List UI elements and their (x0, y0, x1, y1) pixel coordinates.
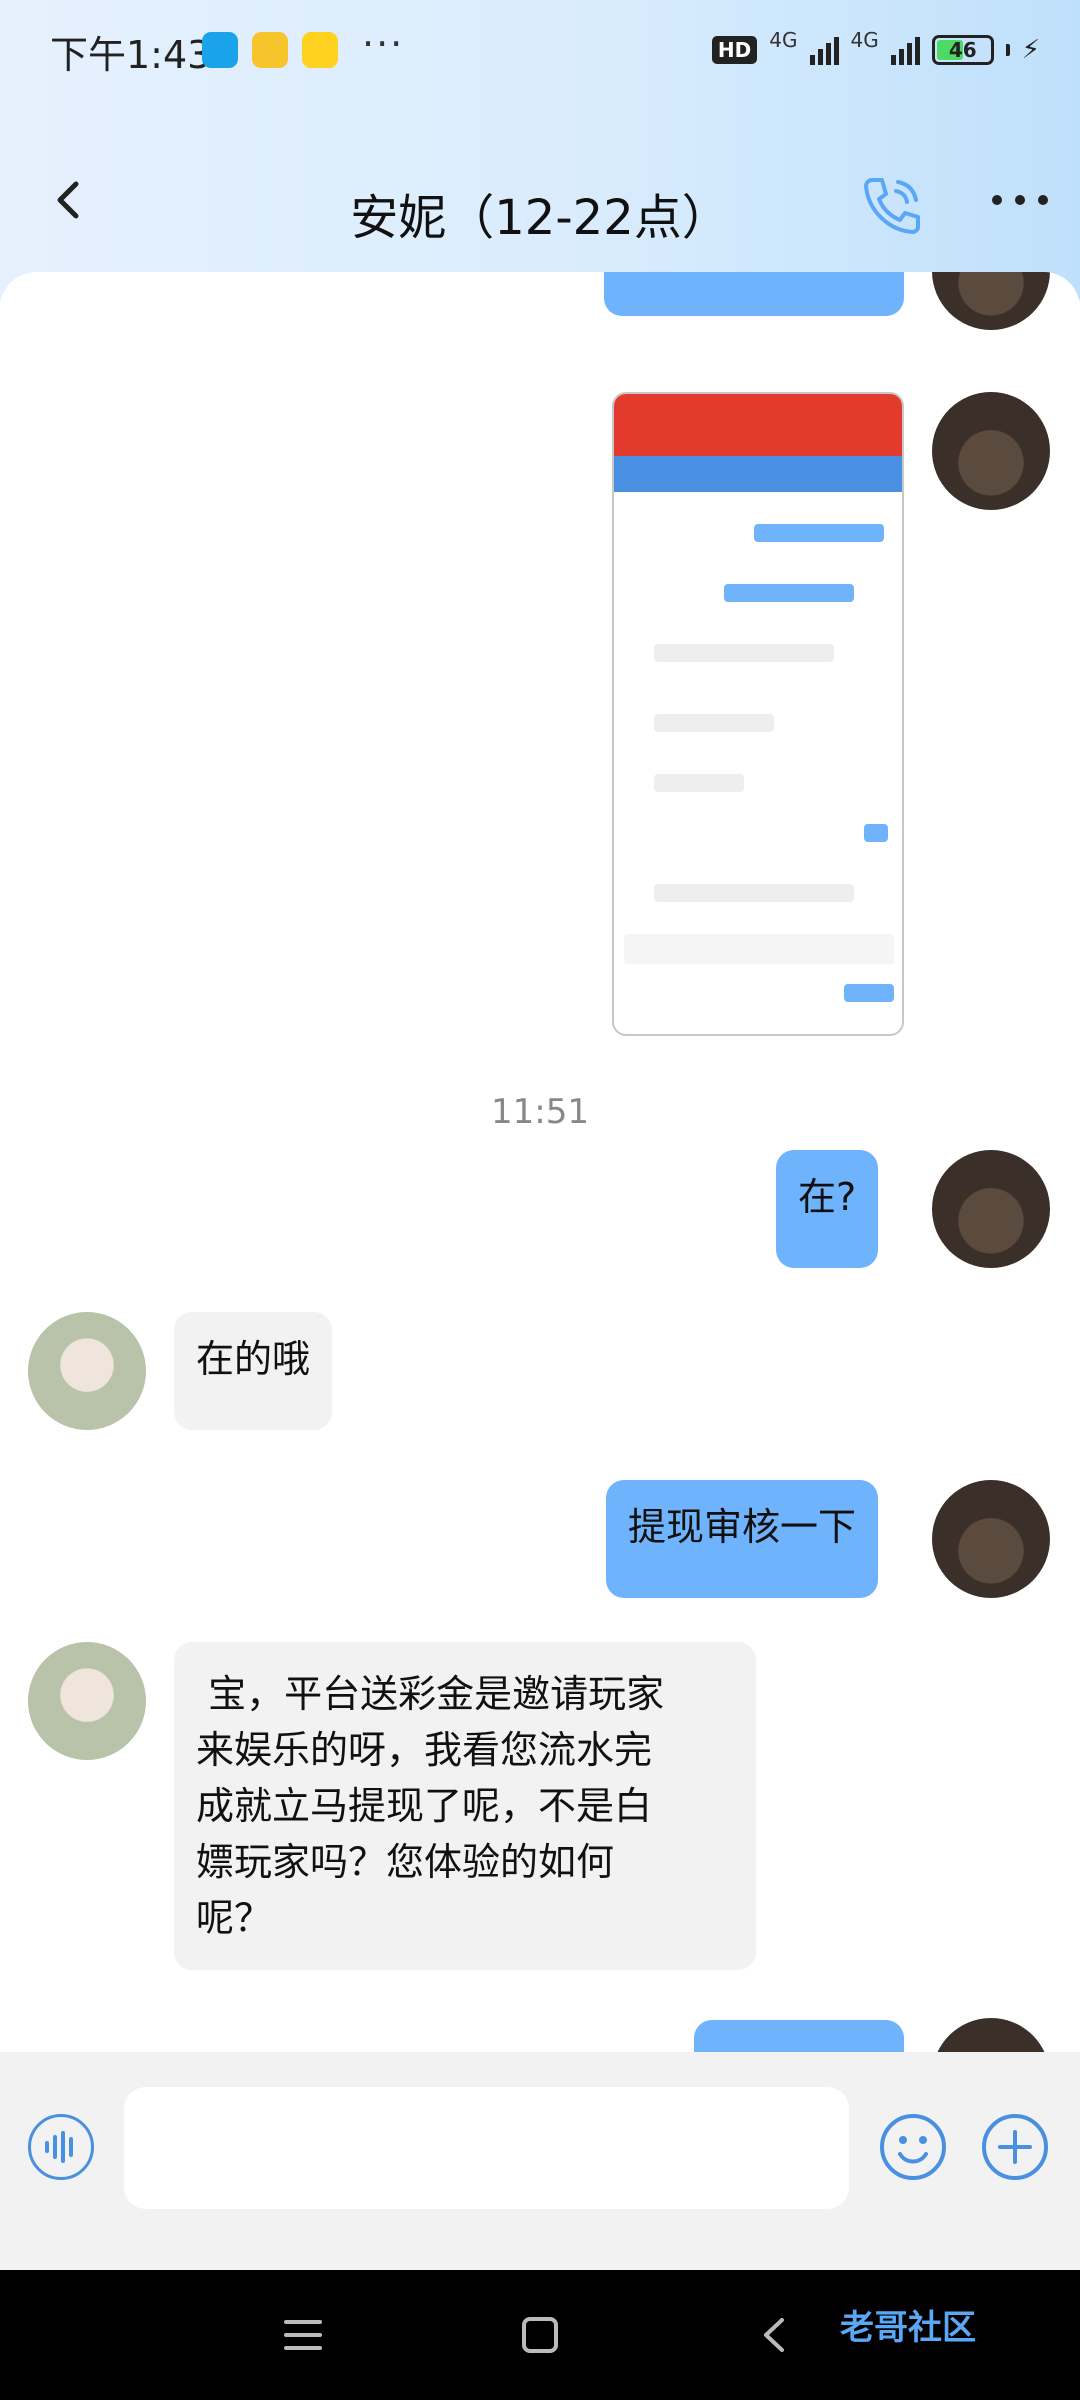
system-back-button[interactable] (750, 2310, 800, 2360)
battery-icon: 46 (931, 35, 994, 65)
signal-icon-2 (890, 35, 920, 65)
qq-app-icon (202, 32, 238, 68)
screenshot-preview-bar (614, 456, 902, 492)
my-avatar[interactable] (932, 272, 1050, 330)
network-type-2: 4G (850, 28, 879, 52)
more-actions-button[interactable] (980, 2112, 1050, 2182)
voice-input-button[interactable] (28, 2114, 94, 2180)
square-icon (522, 2317, 558, 2353)
menu-button[interactable] (278, 2310, 328, 2360)
message-bubble-partial[interactable] (694, 2020, 904, 2052)
image-message[interactable] (612, 392, 904, 1036)
preview-line (844, 984, 894, 1002)
chat-header: 安妮（12-22点） (0, 140, 1080, 270)
preview-line (654, 774, 744, 792)
contact-message[interactable]: 在的哦 (174, 1312, 333, 1430)
more-icon (992, 195, 1048, 205)
preview-line (754, 524, 884, 542)
hd-icon: HD (711, 36, 758, 64)
screenshot-preview-header (614, 394, 902, 456)
my-avatar[interactable] (932, 2018, 1050, 2052)
preview-line (654, 884, 854, 902)
system-navigation-bar: 老哥社区 (0, 2270, 1080, 2400)
message-input[interactable] (124, 2087, 849, 2209)
preview-line (864, 824, 888, 842)
my-avatar[interactable] (932, 1150, 1050, 1268)
home-button[interactable] (515, 2310, 565, 2360)
menu-icon (284, 2320, 322, 2350)
message-line: 宝，平台送彩金是邀请玩家 (196, 1672, 665, 1716)
meituan-app-icon (302, 32, 338, 68)
network-type-1: 4G (769, 28, 798, 52)
my-message[interactable]: 提现审核一下 (606, 1480, 879, 1598)
status-bar: 下午1:43 ··· HD 4G 4G 46 ⚡ (0, 0, 1080, 100)
message-line: 呢？ (196, 1896, 273, 1940)
voice-call-button[interactable] (850, 164, 930, 244)
message-line: 成就立马提现了呢，不是白 (196, 1784, 653, 1828)
voice-wave-icon (45, 2131, 73, 2163)
contact-avatar[interactable] (28, 1642, 146, 1760)
weibo-app-icon (252, 32, 288, 68)
triangle-back-icon (764, 2318, 784, 2352)
input-bar (0, 2052, 1080, 2270)
contact-message-long[interactable]: 宝，平台送彩金是邀请玩家 来娱乐的呀，我看您流水完 成就立马提现了呢，不是白 嫖… (174, 1642, 756, 1970)
status-time: 下午1:43 (50, 33, 212, 77)
watermark: 老哥社区 (840, 2308, 976, 2348)
preview-line (624, 934, 894, 964)
battery-level: 46 (948, 38, 977, 62)
my-avatar[interactable] (932, 1480, 1050, 1598)
my-message[interactable]: 在? (776, 1150, 879, 1268)
phone-icon (864, 178, 920, 234)
smiley-icon (880, 2114, 946, 2180)
message-line: 来娱乐的呀，我看您流水完 (196, 1728, 653, 1772)
emoji-button[interactable] (878, 2112, 948, 2182)
signal-icon (809, 35, 839, 65)
message-bubble-partial[interactable] (604, 272, 904, 316)
more-button[interactable] (985, 180, 1055, 220)
preview-line (654, 714, 774, 732)
chat-message-list[interactable]: 11:51 在? 在的哦 提现审核一下 宝，平台送彩金是邀请玩家 来娱乐的呀，我… (0, 272, 1080, 2052)
my-avatar[interactable] (932, 392, 1050, 510)
plus-icon (982, 2114, 1048, 2180)
battery-tip (1005, 44, 1010, 56)
charging-icon: ⚡ (1021, 35, 1040, 65)
preview-line (724, 584, 854, 602)
status-more-dots: ··· (362, 22, 405, 66)
message-line: 嫖玩家吗？您体验的如何 (196, 1840, 615, 1884)
contact-avatar[interactable] (28, 1312, 146, 1430)
timestamp: 11:51 (491, 1092, 589, 1132)
preview-line (654, 644, 834, 662)
